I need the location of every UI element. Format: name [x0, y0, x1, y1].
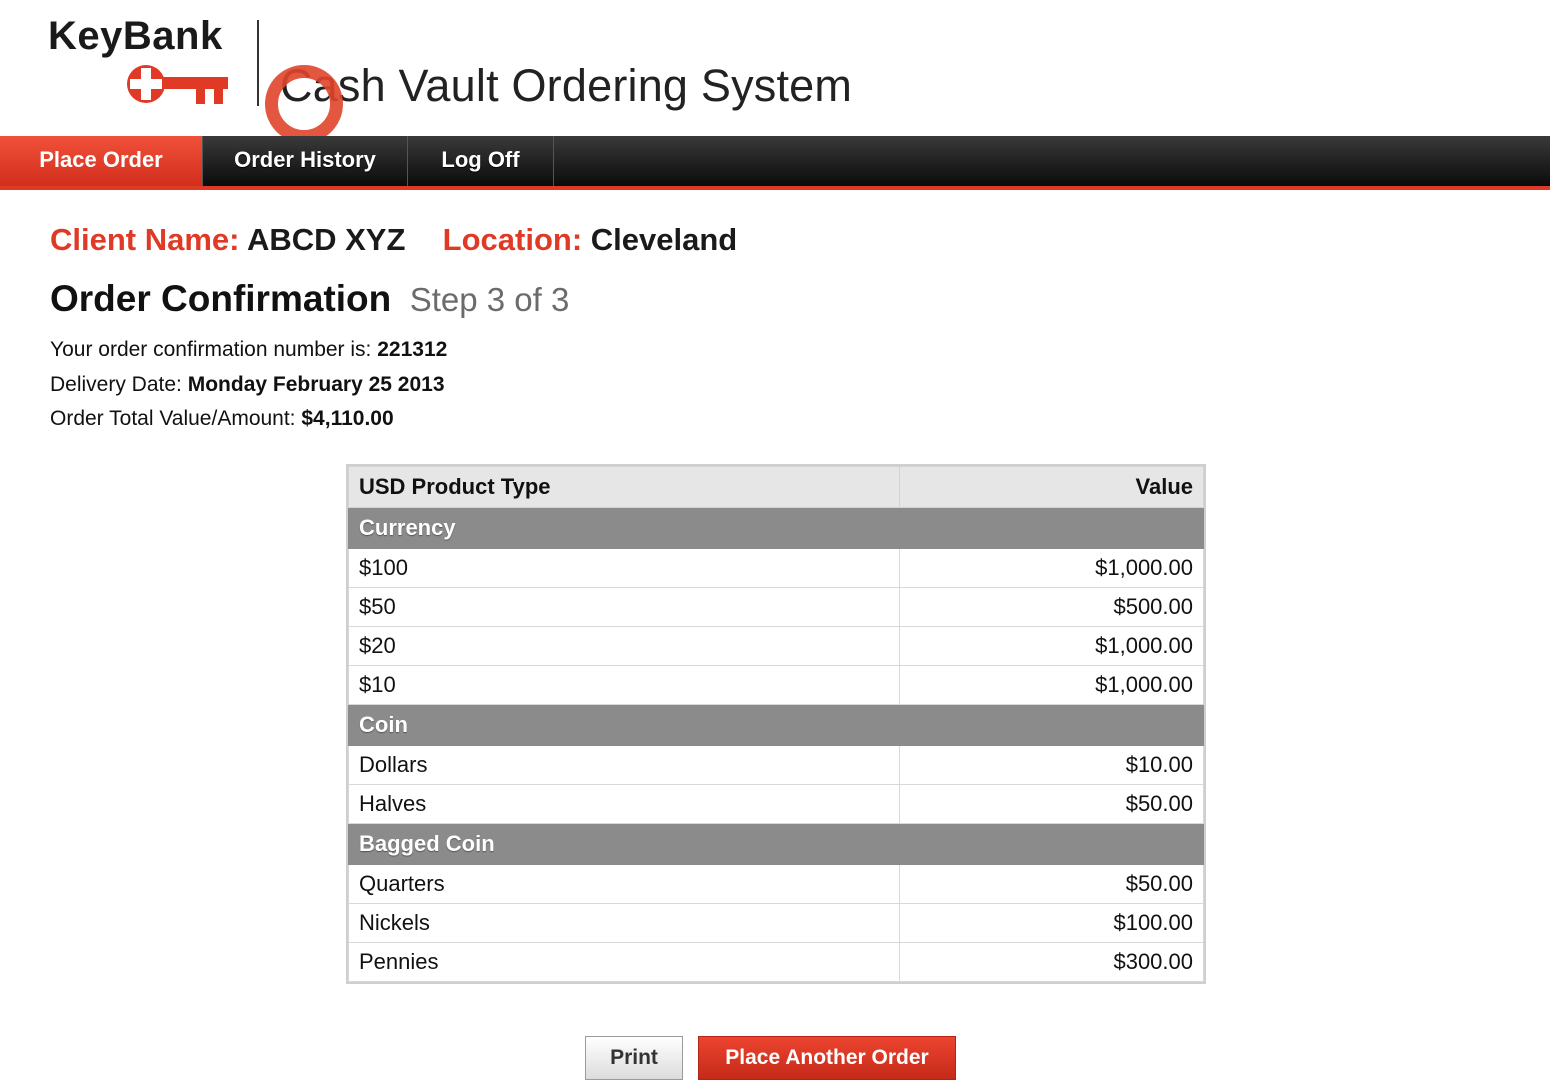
- product-cell: Dollars: [348, 745, 900, 785]
- product-cell: Nickels: [348, 903, 900, 943]
- total-line: Order Total Value/Amount: $4,110.00: [50, 407, 394, 431]
- category-row: Coin: [348, 704, 1204, 746]
- table-row: $50 $500.00: [348, 587, 1204, 627]
- table-row: Dollars $10.00: [348, 745, 1204, 785]
- category-row: Currency: [348, 507, 1204, 549]
- table-row: $100 $1,000.00: [348, 548, 1204, 588]
- value-cell: $1,000.00: [899, 626, 1204, 666]
- category-row: Bagged Coin: [348, 823, 1204, 865]
- table-row: $20 $1,000.00: [348, 626, 1204, 666]
- table-row: Pennies $300.00: [348, 942, 1204, 982]
- click-indicator-icon: [265, 65, 343, 143]
- nav-order-history[interactable]: Order History: [203, 136, 408, 186]
- table-header-row: USD Product Type Value: [348, 466, 1204, 508]
- table-row: $10 $1,000.00: [348, 665, 1204, 705]
- place-another-order-button[interactable]: Place Another Order: [698, 1036, 956, 1080]
- main-nav: Place Order Order History Log Off: [0, 136, 1550, 190]
- value-cell: $50.00: [899, 864, 1204, 904]
- table-row: Nickels $100.00: [348, 903, 1204, 943]
- value-cell: $300.00: [899, 942, 1204, 982]
- key-logo-icon: [127, 65, 228, 104]
- step-indicator: Step 3 of 3: [409, 281, 570, 318]
- value-cell: $10.00: [899, 745, 1204, 785]
- value-header: Value: [899, 466, 1204, 508]
- product-cell: $20: [348, 626, 900, 666]
- product-cell: Quarters: [348, 864, 900, 904]
- value-cell: $500.00: [899, 587, 1204, 627]
- value-cell: $50.00: [899, 784, 1204, 824]
- app-title: Cash Vault Ordering System: [280, 60, 853, 111]
- total-label: Order Total Value/Amount:: [50, 407, 296, 430]
- value-cell: $1,000.00: [899, 548, 1204, 588]
- keybank-logo-text: KeyBank: [48, 14, 223, 58]
- category-label: Currency: [348, 507, 1204, 549]
- product-cell: $10: [348, 665, 900, 705]
- location-label: Location:: [442, 222, 583, 257]
- nav-log-off[interactable]: Log Off: [408, 136, 554, 186]
- client-info: Client Name: ABCD XYZ Location: Clevelan…: [50, 222, 737, 258]
- category-label: Bagged Coin: [348, 823, 1204, 865]
- table-row: Quarters $50.00: [348, 864, 1204, 904]
- confirmation-label: Your order confirmation number is:: [50, 338, 372, 361]
- product-cell: $50: [348, 587, 900, 627]
- product-cell: Halves: [348, 784, 900, 824]
- category-label: Coin: [348, 704, 1204, 746]
- nav-place-order[interactable]: Place Order: [0, 136, 203, 186]
- page-heading: Order Confirmation Step 3 of 3: [50, 278, 569, 320]
- value-cell: $100.00: [899, 903, 1204, 943]
- header-divider: [257, 20, 259, 106]
- product-cell: $100: [348, 548, 900, 588]
- value-cell: $1,000.00: [899, 665, 1204, 705]
- delivery-line: Delivery Date: Monday February 25 2013: [50, 373, 445, 397]
- client-name: ABCD XYZ: [246, 222, 406, 257]
- confirmation-number: 221312: [377, 338, 448, 361]
- order-total: $4,110.00: [301, 407, 394, 430]
- print-button[interactable]: Print: [585, 1036, 683, 1080]
- delivery-date: Monday February 25 2013: [187, 373, 445, 396]
- location-value: Cleveland: [590, 222, 738, 257]
- delivery-label: Delivery Date:: [50, 373, 182, 396]
- client-name-label: Client Name:: [50, 222, 240, 257]
- confirmation-line: Your order confirmation number is: 22131…: [50, 338, 447, 362]
- order-summary-table: USD Product Type Value Currency $100 $1,0…: [346, 464, 1206, 984]
- table-row: Halves $50.00: [348, 784, 1204, 824]
- product-cell: Pennies: [348, 942, 900, 982]
- header: KeyBank Cash Vault Ordering System: [0, 0, 1550, 143]
- page-title: Order Confirmation: [50, 278, 392, 319]
- product-type-header: USD Product Type: [348, 466, 900, 508]
